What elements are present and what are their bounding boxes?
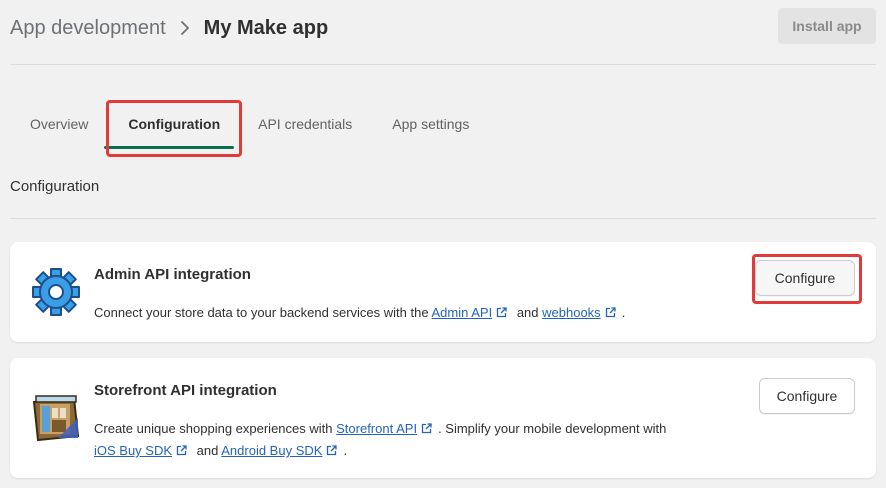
chevron-right-icon bbox=[180, 21, 190, 35]
page-title: My Make app bbox=[203, 16, 329, 39]
admin-api-desc-text: Connect your store data to your backend … bbox=[94, 305, 429, 320]
storefront-api-title: Storefront API integration bbox=[94, 382, 277, 399]
webhooks-link[interactable]: webhooks bbox=[542, 305, 601, 320]
external-link-icon bbox=[326, 441, 338, 462]
storefront-desc-mid: . Simplify your mobile development with bbox=[438, 421, 667, 436]
external-link-icon bbox=[176, 441, 187, 462]
external-link-icon bbox=[421, 419, 432, 440]
tab-app-settings[interactable]: App settings bbox=[372, 96, 489, 152]
storefront-desc-and: and bbox=[196, 443, 219, 458]
storefront-desc-suffix: . bbox=[343, 443, 348, 458]
header-divider bbox=[10, 64, 876, 65]
tab-bar: Overview Configuration API credentials A… bbox=[10, 96, 489, 154]
external-link-icon bbox=[496, 303, 507, 324]
admin-api-description: Connect your store data to your backend … bbox=[94, 302, 625, 324]
storefront-api-card: Storefront API integration Create unique… bbox=[10, 358, 876, 478]
tab-api-credentials[interactable]: API credentials bbox=[240, 96, 372, 152]
admin-api-desc-and: and bbox=[516, 305, 539, 320]
admin-api-configure-button[interactable]: Configure bbox=[755, 260, 855, 296]
admin-api-desc-suffix: . bbox=[621, 305, 626, 320]
admin-api-title: Admin API integration bbox=[94, 266, 251, 283]
tab-overview[interactable]: Overview bbox=[10, 96, 108, 152]
ios-buy-sdk-link[interactable]: iOS Buy SDK bbox=[94, 443, 172, 458]
gear-icon bbox=[30, 266, 82, 323]
storefront-api-link[interactable]: Storefront API bbox=[336, 421, 417, 436]
android-buy-sdk-link[interactable]: Android Buy SDK bbox=[221, 443, 322, 458]
storefront-desc-text: Create unique shopping experiences with bbox=[94, 421, 333, 436]
section-title: Configuration bbox=[10, 178, 100, 195]
active-tab-indicator bbox=[104, 146, 234, 149]
install-app-button[interactable]: Install app bbox=[778, 8, 876, 44]
breadcrumb-app-development[interactable]: App development bbox=[10, 17, 166, 40]
tab-configuration[interactable]: Configuration bbox=[108, 96, 240, 152]
storefront-api-configure-button[interactable]: Configure bbox=[759, 378, 855, 414]
external-link-icon bbox=[605, 303, 616, 324]
admin-api-link[interactable]: Admin API bbox=[431, 305, 492, 320]
storefront-icon bbox=[30, 392, 82, 449]
admin-api-card: Admin API integration Connect your store… bbox=[10, 242, 876, 342]
storefront-api-description: Create unique shopping experiences with … bbox=[94, 418, 734, 462]
page-header: App development My Make app Install app bbox=[10, 8, 876, 48]
section-divider bbox=[10, 218, 876, 219]
